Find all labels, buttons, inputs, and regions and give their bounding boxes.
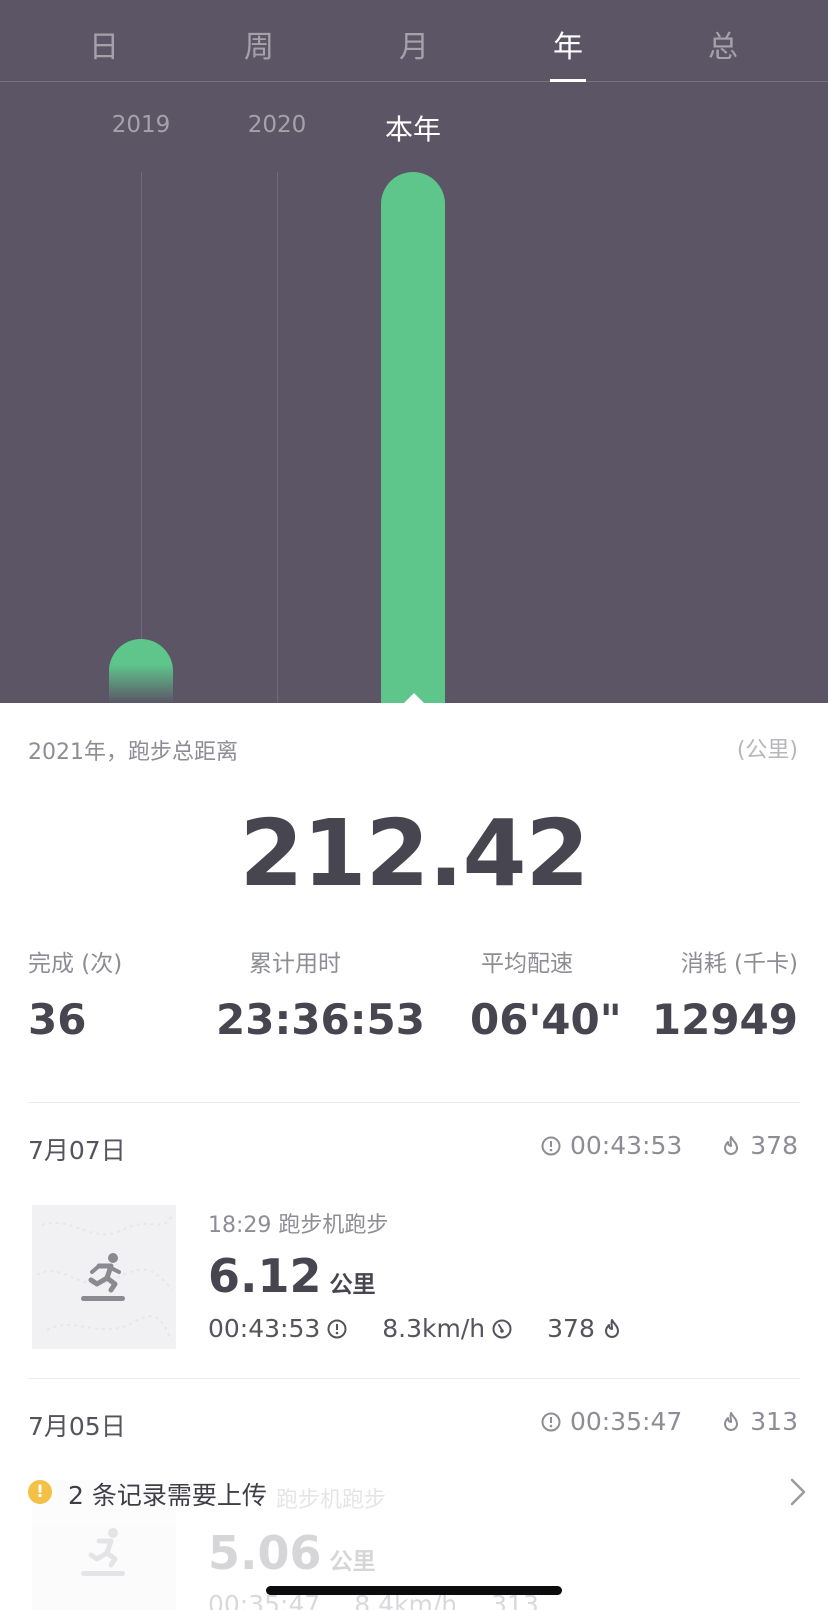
day-total-time: 00:35:47	[570, 1407, 683, 1436]
record-distance-value: 6.12	[208, 1249, 322, 1303]
chevron-right-icon[interactable]	[782, 1476, 812, 1508]
clock-icon	[541, 1412, 561, 1431]
record-duration: 00:43:53	[208, 1314, 321, 1343]
bar-guide-line	[141, 172, 142, 703]
tab-day[interactable]: 日	[74, 22, 134, 66]
day-total-calories: 313	[750, 1407, 798, 1436]
chart-category-label[interactable]: 本年	[353, 108, 473, 148]
flame-icon	[724, 1411, 739, 1431]
flame-icon	[724, 1135, 739, 1155]
clock-icon	[327, 1319, 347, 1338]
stat-label-duration: 累计用时	[249, 951, 341, 977]
stat-value-pace: 06'40"	[470, 995, 622, 1044]
clock-icon	[541, 1136, 561, 1155]
period-tabs: 日 周 月 年 总	[0, 0, 828, 82]
record-distance-unit: 公里	[329, 1549, 376, 1575]
day-header-summary: 00:43:53 378	[540, 1131, 798, 1160]
chart-category-label[interactable]: 2019	[81, 112, 201, 138]
record-distance[interactable]: 5.06 公里	[208, 1526, 376, 1580]
run-thumbnail[interactable]	[32, 1205, 176, 1349]
day-total-calories: 378	[750, 1131, 798, 1160]
record-stats: 00:43:53 8.3km/h 378	[208, 1314, 657, 1343]
flame-icon	[604, 1318, 619, 1338]
tab-year[interactable]: 年	[538, 22, 598, 66]
stats-chart-panel: 日 周 月 年 总 2019 2020 本年	[0, 0, 828, 703]
day-header-summary: 00:35:47 313	[540, 1407, 798, 1436]
day-header-date: 7月07日	[28, 1136, 126, 1165]
tab-month[interactable]: 月	[384, 22, 444, 66]
tab-total[interactable]: 总	[693, 22, 753, 66]
home-indicator	[266, 1586, 562, 1595]
summary-title: 2021年，跑步总距离	[28, 740, 238, 765]
record-calories: 378	[547, 1314, 595, 1343]
record-distance[interactable]: 6.12 公里	[208, 1249, 376, 1303]
chart-category-label[interactable]: 2020	[217, 112, 337, 138]
bar-guide-line	[277, 172, 278, 703]
divider	[28, 1378, 800, 1379]
upload-pending-text: 2 条记录需要上传	[68, 1481, 267, 1510]
stat-value-calories: 12949	[651, 995, 798, 1044]
divider	[28, 1102, 800, 1103]
day-header-date: 7月05日	[28, 1412, 126, 1441]
record-speed: 8.3km/h	[382, 1314, 486, 1343]
warning-icon: !	[28, 1480, 52, 1504]
speedometer-icon	[492, 1319, 512, 1338]
upload-pending-banner[interactable]: ! 2 条记录需要上传	[0, 1466, 828, 1518]
record-title[interactable]: 18:29 跑步机跑步	[208, 1207, 388, 1239]
tab-week[interactable]: 周	[229, 22, 289, 66]
stat-value-count: 36	[28, 995, 87, 1044]
record-distance-unit: 公里	[329, 1272, 376, 1298]
stat-value-duration: 23:36:53	[216, 995, 425, 1044]
summary-unit: (公里)	[736, 738, 798, 763]
active-tab-indicator	[550, 79, 586, 82]
stat-label-count: 完成 (次)	[28, 951, 123, 977]
stat-label-calories: 消耗 (千卡)	[680, 951, 798, 977]
stat-label-pace: 平均配速	[481, 951, 573, 977]
total-distance-value: 212.42	[239, 800, 589, 907]
record-distance-value: 5.06	[208, 1526, 322, 1580]
day-total-time: 00:43:53	[570, 1131, 683, 1160]
chart-bar-2019[interactable]	[109, 639, 173, 703]
treadmill-runner-icon	[81, 1253, 125, 1301]
chart-bar-本年[interactable]	[381, 172, 445, 703]
treadmill-runner-icon	[81, 1528, 125, 1576]
selected-bar-pointer	[404, 693, 424, 703]
